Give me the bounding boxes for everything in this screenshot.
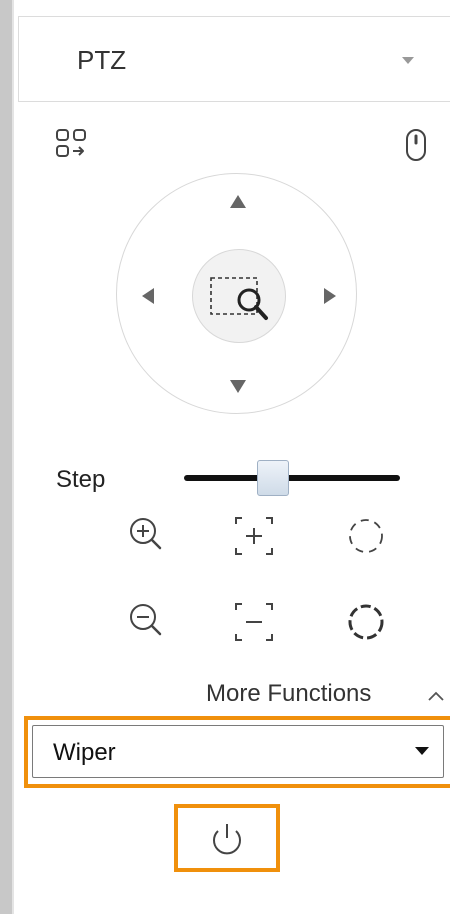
focus-near-icon[interactable] [232, 514, 276, 558]
zoom-in-icon[interactable] [124, 512, 168, 556]
iris-close-icon[interactable] [344, 600, 388, 644]
arrow-up-icon[interactable] [224, 190, 252, 214]
step-slider-handle[interactable] [257, 460, 289, 496]
arrow-right-icon[interactable] [318, 282, 342, 310]
zoom-out-icon[interactable] [124, 598, 168, 642]
iris-open-icon[interactable] [344, 514, 388, 558]
step-slider-track[interactable] [184, 475, 400, 481]
power-button[interactable] [183, 811, 271, 865]
more-functions-label[interactable]: More Functions [206, 680, 371, 708]
left-divider [0, 0, 12, 914]
chevron-down-icon [415, 747, 429, 755]
step-label: Step [56, 466, 106, 493]
header-title: PTZ [77, 45, 127, 75]
function-select-value: Wiper [53, 739, 116, 766]
focus-far-icon[interactable] [232, 600, 276, 644]
power-icon [213, 824, 241, 855]
arrow-left-icon[interactable] [136, 282, 160, 310]
function-select[interactable]: Wiper [32, 725, 444, 778]
chevron-down-icon [402, 57, 414, 64]
area-zoom-icon [210, 277, 268, 320]
arrow-down-icon[interactable] [224, 374, 252, 398]
ptz-panel: PTZ Step More Functions Wiper [0, 0, 450, 914]
chevron-up-icon[interactable] [424, 684, 448, 708]
left-divider-inner [12, 0, 14, 914]
area-zoom-button[interactable] [192, 249, 286, 343]
ptz-header-dropdown[interactable]: PTZ [18, 16, 450, 102]
layout-switch-icon[interactable] [54, 128, 98, 168]
mouse-icon[interactable] [400, 126, 434, 168]
